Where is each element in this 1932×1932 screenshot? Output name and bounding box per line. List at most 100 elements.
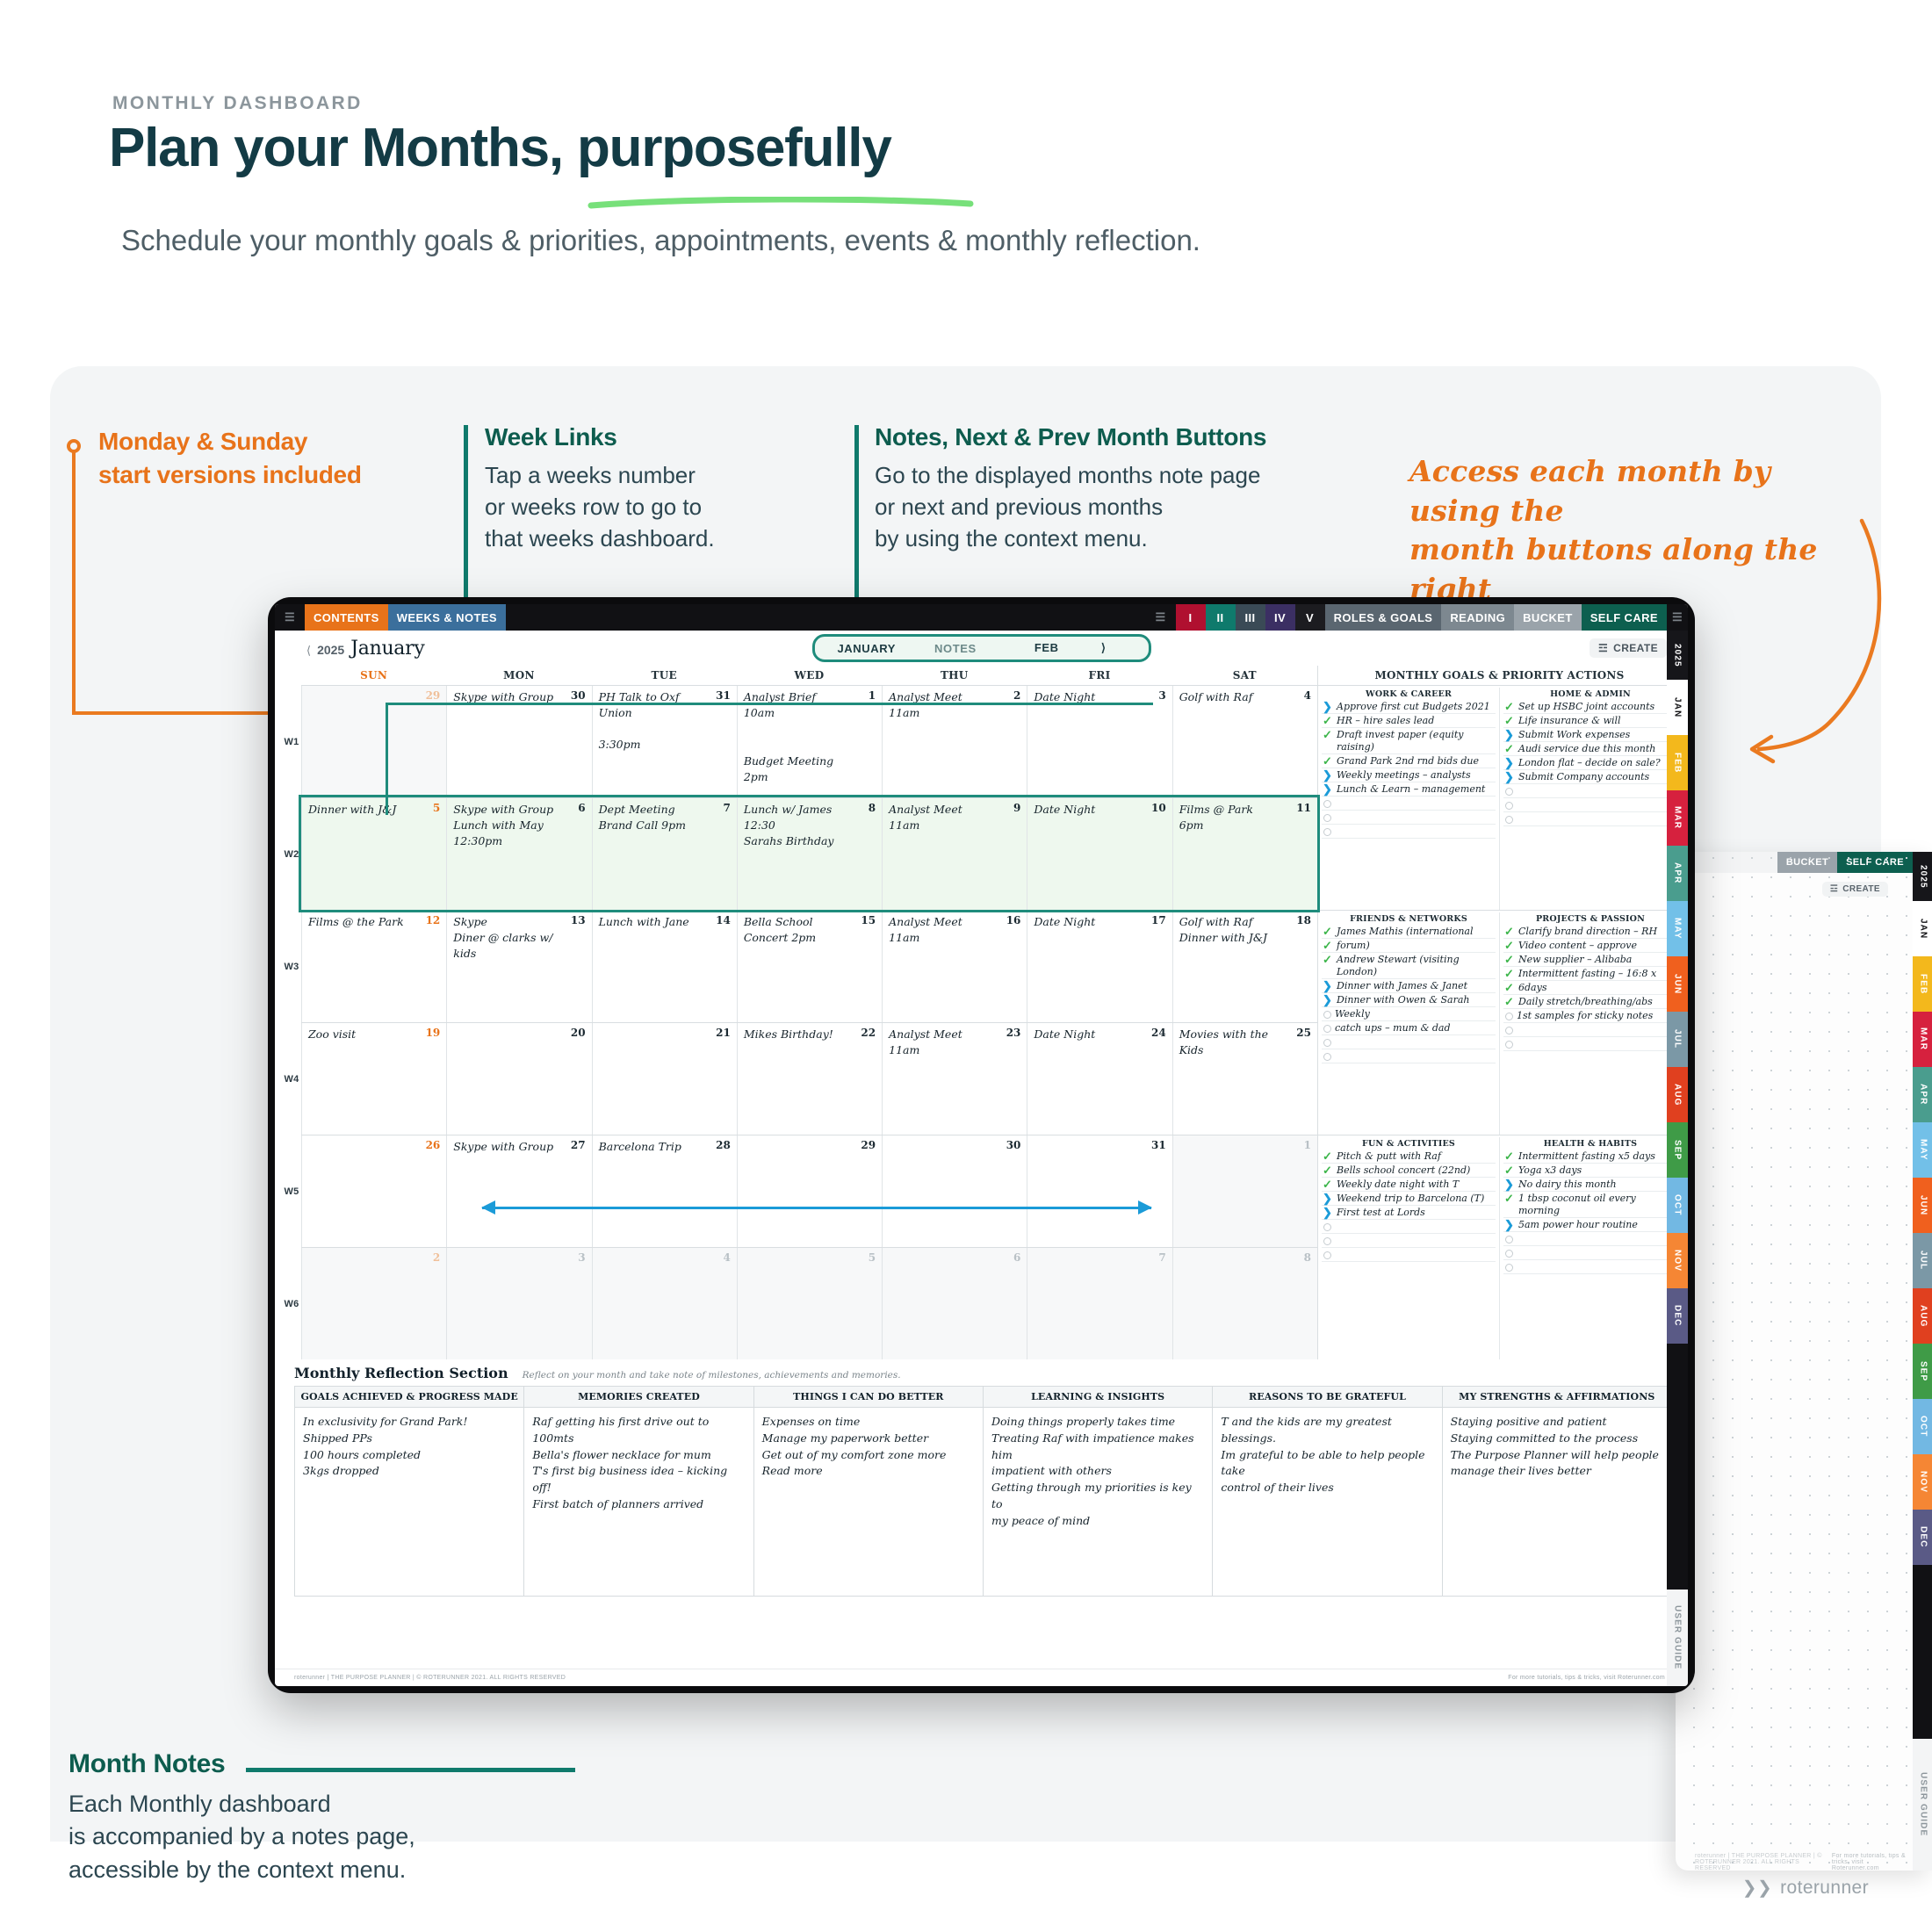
check-icon[interactable]: ✓ [1503, 926, 1515, 937]
month-tab-nov[interactable]: NOV [1913, 1454, 1932, 1510]
goal-item[interactable]: ✓ Set up HSBC joint accounts [1503, 700, 1677, 714]
goal-item[interactable] [1503, 1246, 1677, 1260]
month-tab-nov[interactable]: NOV [1667, 1233, 1688, 1288]
arrow-icon[interactable]: ❯ [1503, 1219, 1515, 1230]
calendar-day-cell[interactable]: 20 [446, 1023, 591, 1135]
arrow-icon[interactable]: ❯ [1503, 771, 1515, 782]
goal-item[interactable]: ❯ 5am power hour routine [1503, 1218, 1677, 1232]
goal-item[interactable]: ✓ Pitch & putt with Raf [1322, 1150, 1496, 1164]
calendar-day-cell[interactable]: 3 [446, 1248, 592, 1359]
goal-item[interactable] [1503, 1232, 1677, 1246]
month-tab-year[interactable]: 2025 [1667, 631, 1688, 680]
goal-item[interactable]: ❯ Submit Company accounts [1503, 770, 1677, 784]
calendar-day-cell[interactable]: 11 Films @ Park 6pm [1171, 798, 1317, 910]
calendar-week-row-w4[interactable]: W4 19 Zoo visit 20 21 22 Mikes Birthday! 23 Anal… [284, 1022, 1317, 1135]
calendar-week-row-w2[interactable]: W2 5 Dinner with J&J 6 Skype with Group Lunc… [284, 795, 1320, 912]
month-tabs-rail[interactable]: 2025 JAN FEB MAR APR MAY JUN JUL AUG SEP OCT NOV DEC… [1667, 631, 1688, 1686]
calendar-day-cell[interactable]: 3 Date Night [1027, 686, 1171, 797]
calendar-day-cell[interactable]: 8 Lunch w/ James 12:30 Sarahs Birthday [736, 798, 882, 910]
goal-item[interactable] [1322, 1248, 1496, 1262]
month-tab-sep[interactable]: SEP [1667, 1122, 1688, 1178]
ctx-notes[interactable]: NOTES [915, 642, 996, 655]
goal-item[interactable]: ❯ No dairy this month [1503, 1178, 1677, 1192]
calendar-day-cell[interactable]: 6 [882, 1248, 1027, 1359]
calendar-week-row-w6[interactable]: W6 2 3 4 5 6 7 8 [284, 1247, 1317, 1359]
arrow-icon[interactable]: ❯ [1322, 1207, 1333, 1218]
goal-item[interactable]: ✓ HR – hire sales lead [1322, 714, 1496, 728]
empty-circle-icon[interactable] [1323, 1010, 1331, 1019]
arrow-icon[interactable]: ❯ [1322, 783, 1333, 795]
goal-item[interactable]: ✓ 1 tbsp coconut oil every morning [1503, 1192, 1677, 1218]
check-icon[interactable]: ✓ [1503, 1193, 1515, 1204]
goal-item[interactable]: ❯ Dinner with James & Janet [1322, 979, 1496, 993]
toolbar-tab-reading[interactable]: READING [1441, 604, 1515, 631]
reflection-column-body[interactable]: Expenses on time Manage my paperwork bet… [754, 1408, 983, 1596]
calendar-day-cell[interactable]: 4 [591, 1248, 737, 1359]
check-icon[interactable]: ✓ [1322, 755, 1333, 767]
empty-circle-icon[interactable] [1505, 1235, 1513, 1244]
calendar-day-cell[interactable]: 31 [1027, 1135, 1171, 1247]
user-guide-tab[interactable]: USER GUIDE [1913, 1739, 1932, 1871]
goal-item[interactable] [1322, 1035, 1496, 1049]
empty-circle-icon[interactable] [1505, 1249, 1513, 1258]
arrow-icon[interactable]: ❯ [1503, 757, 1515, 768]
goal-item[interactable]: ❯ Lunch & Learn – management [1322, 782, 1496, 797]
goal-item[interactable]: ✓ Intermittent fasting – 16:8 x [1503, 967, 1677, 981]
check-icon[interactable]: ✓ [1503, 1150, 1515, 1162]
goal-item[interactable] [1503, 812, 1677, 826]
chevron-left-icon[interactable]: ⟨ [306, 644, 311, 658]
year-nav[interactable]: ⟨ 2025 January [284, 638, 425, 660]
empty-circle-icon[interactable] [1323, 1024, 1331, 1033]
calendar-day-cell[interactable]: 25 Movies with the Kids [1171, 1023, 1317, 1135]
reflection-column-body[interactable]: T and the kids are my greatest blessings… [1213, 1408, 1441, 1596]
empty-circle-icon[interactable] [1505, 802, 1513, 810]
check-icon[interactable]: ✓ [1322, 954, 1333, 965]
toolbar-tab-contents[interactable]: CONTENTS [305, 604, 388, 631]
check-icon[interactable]: ✓ [1322, 729, 1333, 740]
empty-circle-icon[interactable] [1323, 827, 1331, 836]
month-tab-may[interactable]: MAY [1667, 901, 1688, 956]
calendar-day-cell[interactable]: 29 [301, 686, 447, 797]
calendar-day-cell[interactable]: 14 Lunch with Jane [591, 911, 737, 1022]
check-icon[interactable]: ✓ [1503, 1164, 1515, 1176]
month-tab-apr[interactable]: APR [1913, 1067, 1932, 1122]
month-tab-year[interactable]: 2025 [1913, 852, 1932, 901]
goal-item[interactable]: ✓ Yoga x3 days [1503, 1164, 1677, 1178]
check-icon[interactable]: ✓ [1322, 1164, 1333, 1176]
calendar-day-cell[interactable]: 7 Dept Meeting Brand Call 9pm [591, 798, 737, 910]
list-icon[interactable]: ☰ [1146, 604, 1176, 631]
month-tab-feb[interactable]: FEB [1913, 956, 1932, 1012]
goal-item[interactable] [1322, 811, 1496, 825]
goal-item[interactable]: ✓ Video content – approve [1503, 939, 1677, 953]
month-tab-mar[interactable]: MAR [1913, 1012, 1932, 1067]
check-icon[interactable]: ✓ [1322, 715, 1333, 726]
calendar-week-row-w3[interactable]: W3 12 Films @ the Park 13 Skype Diner @ clar… [284, 910, 1317, 1022]
check-icon[interactable]: ✓ [1322, 926, 1333, 937]
goal-item[interactable]: ❯ Weekend trip to Barcelona (T) [1322, 1192, 1496, 1206]
hamburger-icon[interactable]: ☰ [275, 604, 305, 631]
calendar-day-cell[interactable]: 8 [1171, 1248, 1317, 1359]
calendar-day-cell[interactable]: 12 Films @ the Park [301, 911, 446, 1022]
pages-icon[interactable]: ☰ [1667, 604, 1688, 631]
calendar-day-cell[interactable]: 1 Analyst Brief 10am Budget Meeting 2pm [736, 686, 882, 797]
calendar-day-cell[interactable]: 9 Analyst Meet 11am [882, 798, 1027, 910]
calendar-day-cell[interactable]: 4 Golf with Raf [1171, 686, 1317, 797]
calendar-day-cell[interactable]: 13 Skype Diner @ clarks w/ kids [446, 911, 591, 1022]
week-number-w6[interactable]: W6 [282, 1248, 301, 1359]
context-menu[interactable]: JANUARY NOTES FEB ⟩ [811, 634, 1151, 662]
empty-circle-icon[interactable] [1323, 1223, 1331, 1231]
empty-circle-icon[interactable] [1505, 788, 1513, 796]
week-number-w4[interactable]: W4 [282, 1023, 301, 1135]
month-tab-jun[interactable]: JUN [1913, 1178, 1932, 1233]
toolbar-tab-iii[interactable]: III [1235, 604, 1265, 631]
arrow-icon[interactable]: ❯ [1322, 980, 1333, 991]
goal-item[interactable]: ✓ Draft invest paper (equity raising) [1322, 728, 1496, 754]
check-icon[interactable]: ✓ [1503, 715, 1515, 726]
ctx-current-month[interactable]: JANUARY [818, 642, 915, 655]
week-number-w1[interactable]: W1 [282, 686, 301, 797]
goal-item[interactable]: ✓ 6days [1503, 981, 1677, 995]
calendar-day-cell[interactable]: 26 [301, 1135, 446, 1247]
empty-circle-icon[interactable] [1323, 1237, 1331, 1245]
reflection-column-body[interactable]: In exclusivity for Grand Park! Shipped P… [295, 1408, 523, 1596]
goal-item[interactable]: Weekly [1322, 1007, 1496, 1021]
